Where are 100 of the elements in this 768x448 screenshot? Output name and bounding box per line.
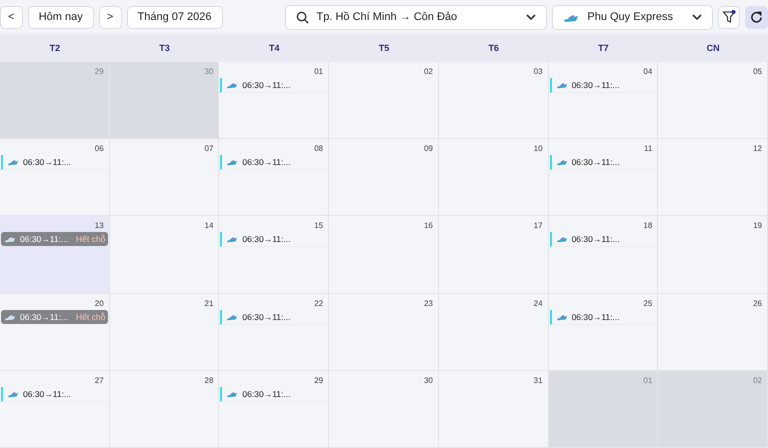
day-number: 02 (424, 67, 433, 76)
day-number: 21 (204, 298, 214, 308)
trip-time: 06:30→11:... (20, 312, 68, 322)
day-cell[interactable]: 10 (438, 139, 549, 216)
trip-event[interactable]: 06:30→11:... (220, 310, 328, 325)
day-cell[interactable]: 11 06:30→11:... (548, 139, 658, 216)
day-number: 15 (314, 221, 324, 230)
day-cell[interactable]: 19 (658, 216, 768, 294)
boat-icon (556, 312, 568, 321)
day-number: 06 (94, 144, 104, 154)
day-cell[interactable]: 01 06:30→11:... (219, 62, 330, 140)
day-number: 13 (94, 221, 104, 230)
chevron-down-icon (526, 14, 536, 20)
previous-button[interactable]: < (0, 6, 23, 28)
trip-event[interactable]: 06:30→11:... (550, 310, 656, 325)
day-cell[interactable]: 22 06:30→11:... (219, 294, 330, 371)
trip-status: Hết chỗ (76, 312, 106, 322)
sold-out-trip-event[interactable]: 06:30→11:... Hết chỗ (1, 232, 108, 246)
day-cell[interactable]: 17 (438, 216, 549, 294)
boat-icon (7, 390, 19, 398)
trip-event[interactable]: 06:30→11:... (220, 155, 328, 170)
trip-time: 06:30→11:... (242, 312, 290, 322)
day-cell[interactable]: 24 (438, 294, 549, 371)
day-cell[interactable]: 09 (329, 139, 439, 216)
day-cell[interactable]: 30 (329, 370, 439, 448)
boat-icon (226, 81, 238, 89)
day-cell[interactable]: 20 06:30→11:... Hết chỗ (0, 294, 110, 371)
trip-time: 06:30→11:... (242, 157, 290, 168)
day-cell[interactable]: 31 (438, 370, 549, 448)
weekday-header: T2 (48, 42, 62, 55)
boat-icon (4, 235, 16, 244)
boat-icon (556, 158, 568, 166)
operator-text: Phu Quy Express (587, 11, 674, 23)
day-number: 28 (204, 376, 214, 385)
weekday-header: T5 (378, 42, 390, 55)
day-cell[interactable]: 08 06:30→11:... (219, 139, 330, 216)
boat-icon (226, 235, 238, 244)
day-number: 11 (644, 144, 652, 154)
trip-time: 06:30→11:... (572, 234, 620, 244)
day-cell[interactable]: 23 (329, 294, 439, 371)
month-button[interactable]: Tháng 07 2026 (126, 6, 223, 28)
trip-event[interactable]: 06:30→11:... (1, 155, 108, 170)
refresh-button[interactable] (745, 6, 768, 28)
boat-icon (556, 235, 568, 244)
day-number: 25 (643, 298, 652, 308)
trip-time: 06:30→11:... (20, 234, 68, 244)
day-cell[interactable]: 13 06:30→11:... Hết chỗ (0, 216, 110, 294)
trip-event[interactable]: 06:30→11:... (220, 78, 328, 93)
day-cell[interactable]: 16 (329, 216, 439, 294)
day-number: 14 (204, 221, 214, 230)
day-number: 29 (314, 376, 324, 385)
day-number: 02 (753, 376, 762, 385)
day-cell[interactable]: 15 06:30→11:... (219, 216, 330, 294)
day-number: 22 (314, 298, 324, 308)
trip-time: 06:30→11:... (242, 234, 290, 244)
day-cell[interactable]: 29 06:30→11:... (219, 370, 330, 448)
trip-time: 06:30→11:... (572, 157, 620, 168)
weekday-header: CN (706, 42, 721, 55)
trip-event[interactable]: 06:30→11:... (550, 155, 656, 170)
operator-select[interactable]: Phu Quy Express (552, 4, 713, 30)
route-select[interactable]: Tp. Hồ Chí Minh → Côn Đảo (284, 4, 548, 30)
search-icon (296, 10, 309, 24)
day-cell[interactable]: 12 (658, 139, 768, 216)
day-cell[interactable]: 18 06:30→11:... (548, 216, 658, 294)
day-cell[interactable]: 04 06:30→11:... (548, 62, 658, 140)
route-text: Tp. Hồ Chí Minh → Côn Đảo (316, 11, 458, 23)
trip-event[interactable]: 06:30→11:... (220, 232, 328, 248)
day-number: 31 (534, 376, 543, 385)
day-cell[interactable]: 28 (110, 370, 220, 448)
day-cell[interactable]: 25 06:30→11:... (548, 294, 658, 371)
trip-event[interactable]: 06:30→11:... (1, 386, 108, 402)
trip-status: Hết chỗ (76, 234, 106, 244)
day-cell[interactable]: 06 06:30→11:... (0, 139, 110, 216)
day-number: 01 (314, 67, 324, 76)
boat-icon (226, 158, 238, 166)
weekday-header: T7 (597, 42, 610, 55)
day-cell[interactable]: 26 (658, 294, 768, 371)
weekday-header: T3 (158, 42, 171, 55)
boat-icon (226, 390, 238, 398)
boat-icon (226, 312, 238, 321)
day-cell[interactable]: 03 (438, 62, 549, 140)
trip-event[interactable]: 06:30→11:... (220, 386, 328, 402)
day-cell[interactable]: 02 (329, 62, 439, 140)
today-button[interactable]: Hôm nay (28, 6, 94, 28)
trip-event[interactable]: 06:30→11:... (550, 78, 656, 93)
sold-out-trip-event[interactable]: 06:30→11:... Hết chỗ (1, 310, 108, 324)
day-number: 16 (424, 221, 433, 230)
day-cell[interactable]: 05 (658, 62, 768, 140)
day-cell[interactable]: 27 06:30→11:... (0, 370, 110, 448)
next-button[interactable]: > (98, 6, 122, 28)
trip-event[interactable]: 06:30→11:... (550, 232, 656, 248)
day-cell[interactable]: 21 (110, 294, 220, 371)
day-cell[interactable]: 07 (110, 139, 220, 216)
day-number: 04 (643, 67, 652, 76)
filter-button[interactable] (718, 6, 740, 28)
day-number: 20 (94, 298, 104, 308)
day-number: 29 (94, 67, 104, 76)
filter-icon (722, 10, 736, 24)
day-cell[interactable]: 14 (110, 216, 220, 294)
day-number: 23 (424, 298, 433, 308)
